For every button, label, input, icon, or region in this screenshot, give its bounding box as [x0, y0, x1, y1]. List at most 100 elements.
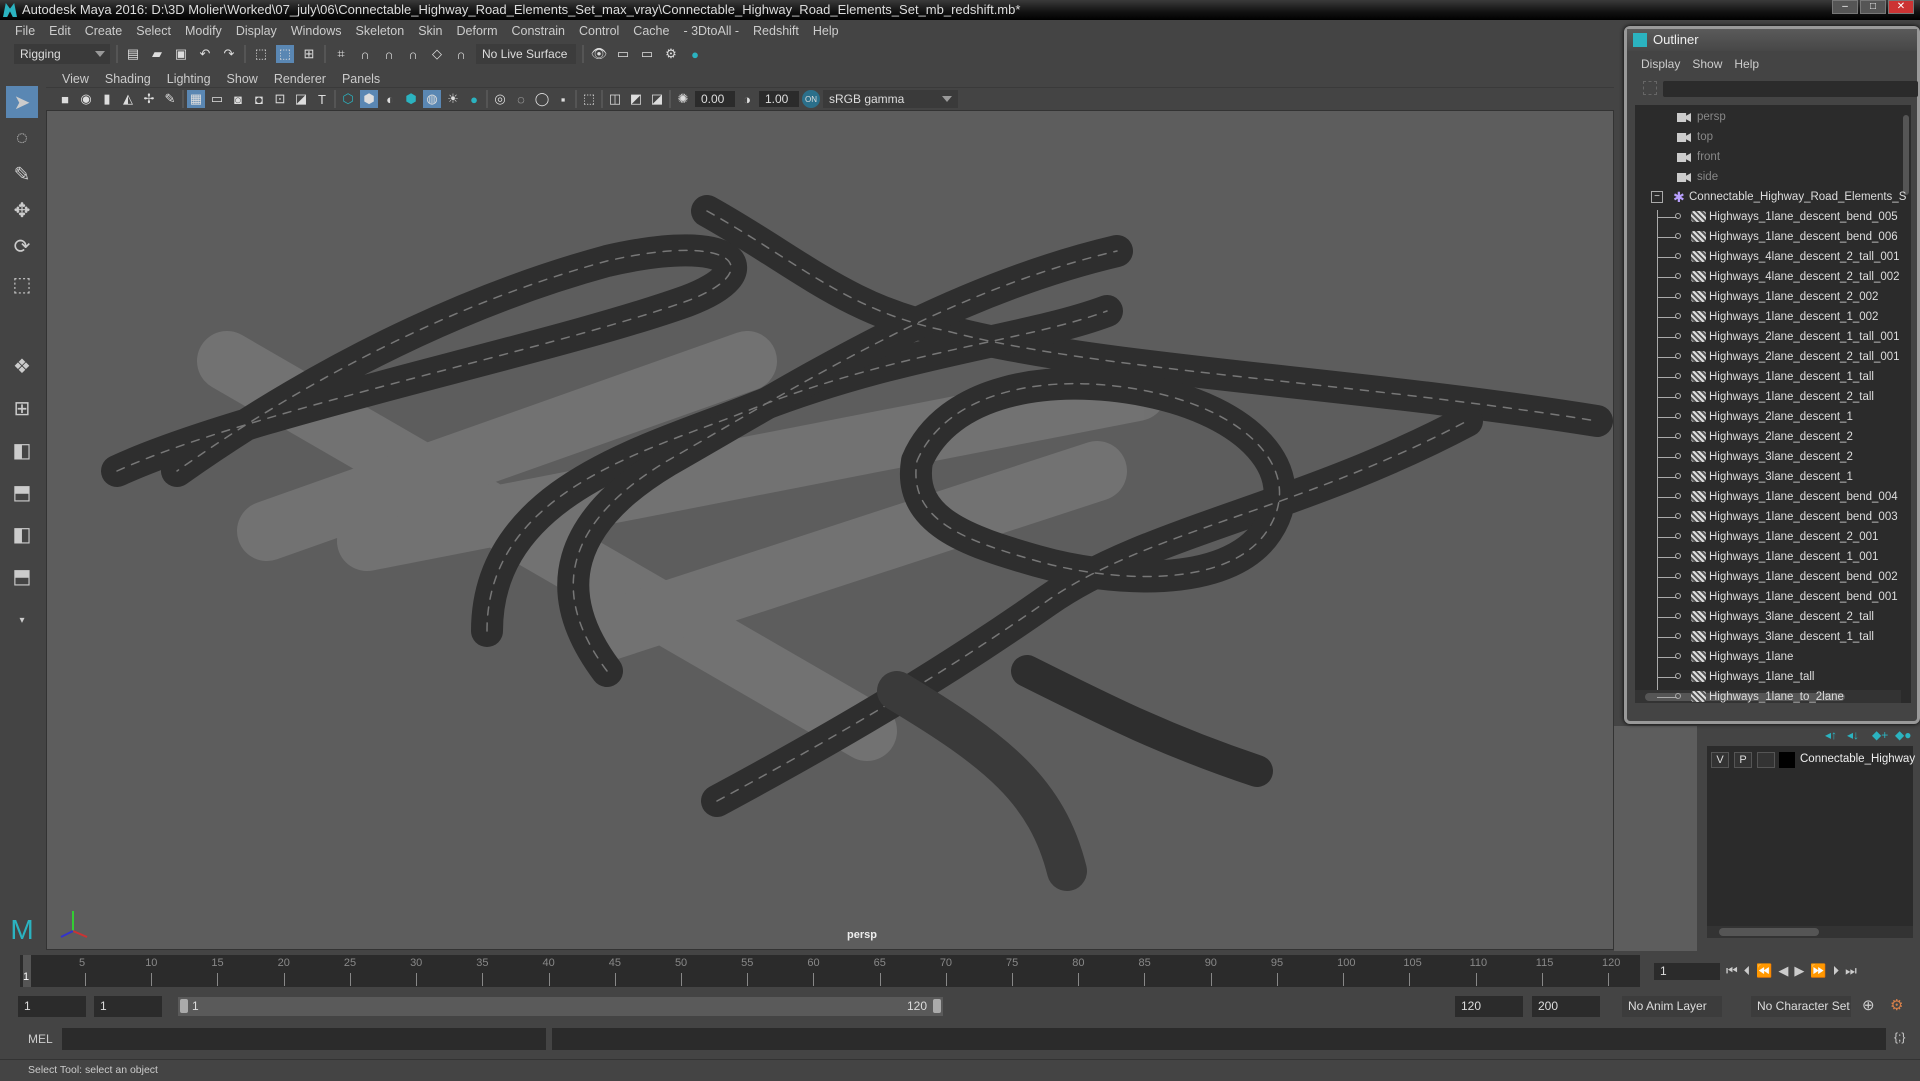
save-scene-icon[interactable]: ▣ — [172, 45, 190, 63]
scale-tool-icon[interactable]: ⬚ — [6, 268, 38, 300]
perspective-viewport[interactable]: persp — [46, 110, 1614, 950]
snap-view-plane-icon[interactable]: ◇ — [428, 45, 446, 63]
snap-curve-icon[interactable]: ∩ — [356, 45, 374, 63]
hud-icon[interactable]: ◪ — [648, 90, 666, 108]
menu-help[interactable]: Help — [806, 24, 846, 38]
menu-deform[interactable]: Deform — [450, 24, 505, 38]
live-surface-field[interactable]: No Live Surface — [476, 44, 576, 64]
menu-windows[interactable]: Windows — [284, 24, 349, 38]
smooth-shade-icon[interactable]: ⬢ — [360, 90, 378, 108]
textured-icon[interactable]: ◍ — [423, 90, 441, 108]
layer-color-swatch[interactable] — [1779, 752, 1795, 768]
depth-of-field-icon[interactable]: ▪ — [554, 90, 572, 108]
auto-key-icon[interactable]: ⊕ — [1862, 996, 1875, 1014]
open-scene-icon[interactable]: ▰ — [148, 45, 166, 63]
wireframe-on-shaded-icon[interactable]: ◐ — [381, 90, 399, 108]
new-layer-icon[interactable]: ◆+ — [1872, 728, 1888, 742]
outliner-item-camera[interactable]: front — [1635, 147, 1895, 167]
menu-skeleton[interactable]: Skeleton — [349, 24, 412, 38]
end-time-field[interactable]: 120 — [1455, 996, 1523, 1017]
resolution-gate-icon[interactable]: ◙ — [229, 90, 247, 108]
outliner-item-mesh[interactable]: Highways_3lane_descent_1_tall — [1635, 627, 1895, 647]
menu-cache[interactable]: Cache — [626, 24, 676, 38]
shadows-icon[interactable]: ● — [465, 90, 483, 108]
layer-display-type-toggle[interactable] — [1757, 752, 1775, 768]
outliner-item-group[interactable]: − ✱ Connectable_Highway_Road_Elements_S — [1635, 187, 1906, 207]
ambient-occlusion-icon[interactable]: ◎ — [491, 90, 509, 108]
menu-control[interactable]: Control — [572, 24, 626, 38]
outliner-item-mesh[interactable]: Highways_1lane_descent_2_002 — [1635, 287, 1895, 307]
outliner-item-mesh[interactable]: Highways_4lane_descent_2_tall_001 — [1635, 247, 1900, 267]
xray-joints-icon[interactable]: ◫ — [606, 90, 624, 108]
outliner-item-mesh[interactable]: Highways_1lane_descent_bend_002 — [1635, 567, 1898, 587]
move-layer-up-icon[interactable]: ◂↑ — [1825, 728, 1837, 742]
color-management-toggle[interactable]: ON — [802, 90, 820, 108]
hypershade-icon[interactable]: ● — [686, 45, 704, 63]
persp-outliner-layout-icon[interactable]: ◧ — [6, 434, 38, 466]
menu-skin[interactable]: Skin — [411, 24, 449, 38]
current-time-field[interactable]: 1 — [1654, 962, 1720, 980]
outliner-title-bar[interactable]: Outliner — [1627, 29, 1917, 51]
wireframe-icon[interactable]: ⬡ — [339, 90, 357, 108]
animation-preferences-icon[interactable]: ⚙ — [1890, 996, 1903, 1014]
outliner-item-mesh[interactable]: Highways_1lane_descent_bend_005 — [1635, 207, 1898, 227]
outliner-item-mesh[interactable]: Highways_3lane_descent_1 — [1635, 467, 1895, 487]
snap-point-icon[interactable]: ∩ — [380, 45, 398, 63]
move-tool-icon[interactable]: ✥ — [6, 194, 38, 226]
pan-zoom-icon[interactable]: ✢ — [140, 90, 158, 108]
safe-title-icon[interactable]: T — [313, 90, 331, 108]
outliner-item-mesh[interactable]: Highways_1lane_descent_bend_001 — [1635, 587, 1898, 607]
outliner-item-mesh[interactable]: Highways_2lane_descent_2 — [1635, 427, 1895, 447]
menu-modify[interactable]: Modify — [178, 24, 229, 38]
lasso-tool-icon[interactable]: ◌ — [6, 122, 38, 154]
outliner-item-mesh[interactable]: Highways_1lane_descent_1_002 — [1635, 307, 1895, 327]
menu-redshift[interactable]: Redshift — [746, 24, 806, 38]
gate-mask-icon[interactable]: ◘ — [250, 90, 268, 108]
mel-input[interactable] — [62, 1028, 546, 1050]
step-back-key-icon[interactable]: ⏪ — [1756, 963, 1772, 979]
maximize-button[interactable]: □ — [1860, 0, 1886, 14]
isolate-select-icon[interactable]: ⬚ — [580, 90, 598, 108]
layer-scrollbar[interactable] — [1707, 926, 1913, 938]
grease-pencil-icon[interactable]: ✎ — [161, 90, 179, 108]
panel-menu-shading[interactable]: Shading — [97, 72, 159, 86]
step-forward-frame-icon[interactable]: ⏵ — [1833, 963, 1840, 979]
move-layer-down-icon[interactable]: ◂↓ — [1847, 728, 1859, 742]
exposure-icon[interactable]: ✺ — [674, 90, 692, 108]
render-settings-icon[interactable]: ⚙ — [662, 45, 680, 63]
camera-attributes-icon[interactable]: ◉ — [77, 90, 95, 108]
menu-constrain[interactable]: Constrain — [505, 24, 573, 38]
range-slider[interactable]: 1 120 — [178, 997, 943, 1016]
go-to-end-icon[interactable]: ⏭ — [1845, 963, 1857, 979]
exposure-field[interactable]: 0.00 — [695, 91, 735, 107]
time-slider[interactable]: 1 5 10 15 20 25 30 35 40 45 50 55 60 65 70 75 80 85 90 95 1… — [20, 955, 1640, 987]
range-start-handle[interactable] — [180, 999, 188, 1013]
filter-icon[interactable] — [1643, 81, 1657, 95]
outliner-item-mesh[interactable]: Highways_3lane_descent_2 — [1635, 447, 1895, 467]
xray-active-icon[interactable]: ◩ — [627, 90, 645, 108]
step-back-frame-icon[interactable]: ⏴ — [1744, 963, 1751, 979]
menu-select[interactable]: Select — [129, 24, 178, 38]
anim-start-field[interactable]: 1 — [94, 996, 162, 1017]
redo-icon[interactable]: ↷ — [220, 45, 238, 63]
menu-display[interactable]: Display — [229, 24, 284, 38]
layer-visibility-toggle[interactable]: V — [1711, 752, 1729, 768]
menu-edit[interactable]: Edit — [42, 24, 78, 38]
play-backwards-icon[interactable]: ◀ — [1778, 963, 1788, 979]
grid-icon[interactable]: ▦ — [187, 90, 205, 108]
xray-icon[interactable]: ⬢ — [402, 90, 420, 108]
go-to-start-icon[interactable]: ⏮ — [1726, 963, 1738, 979]
panel-menu-show[interactable]: Show — [219, 72, 266, 86]
mel-label[interactable]: MEL — [28, 1032, 53, 1046]
make-live-icon[interactable]: ∩ — [452, 45, 470, 63]
outliner-item-mesh[interactable]: Highways_1lane_descent_1_tall — [1635, 367, 1895, 387]
antialias-icon[interactable]: ◯ — [533, 90, 551, 108]
outliner-item-mesh[interactable]: Highways_2lane_descent_2_tall_001 — [1635, 347, 1900, 367]
menu-create[interactable]: Create — [78, 24, 130, 38]
anim-layer-dropdown[interactable]: No Anim Layer — [1622, 996, 1722, 1017]
anim-end-field[interactable]: 200 — [1532, 996, 1600, 1017]
motion-blur-icon[interactable]: ◌ — [512, 90, 530, 108]
panel-menu-lighting[interactable]: Lighting — [159, 72, 219, 86]
script-editor-icon[interactable]: {;} — [1894, 1030, 1905, 1044]
range-end-handle[interactable] — [933, 999, 941, 1013]
